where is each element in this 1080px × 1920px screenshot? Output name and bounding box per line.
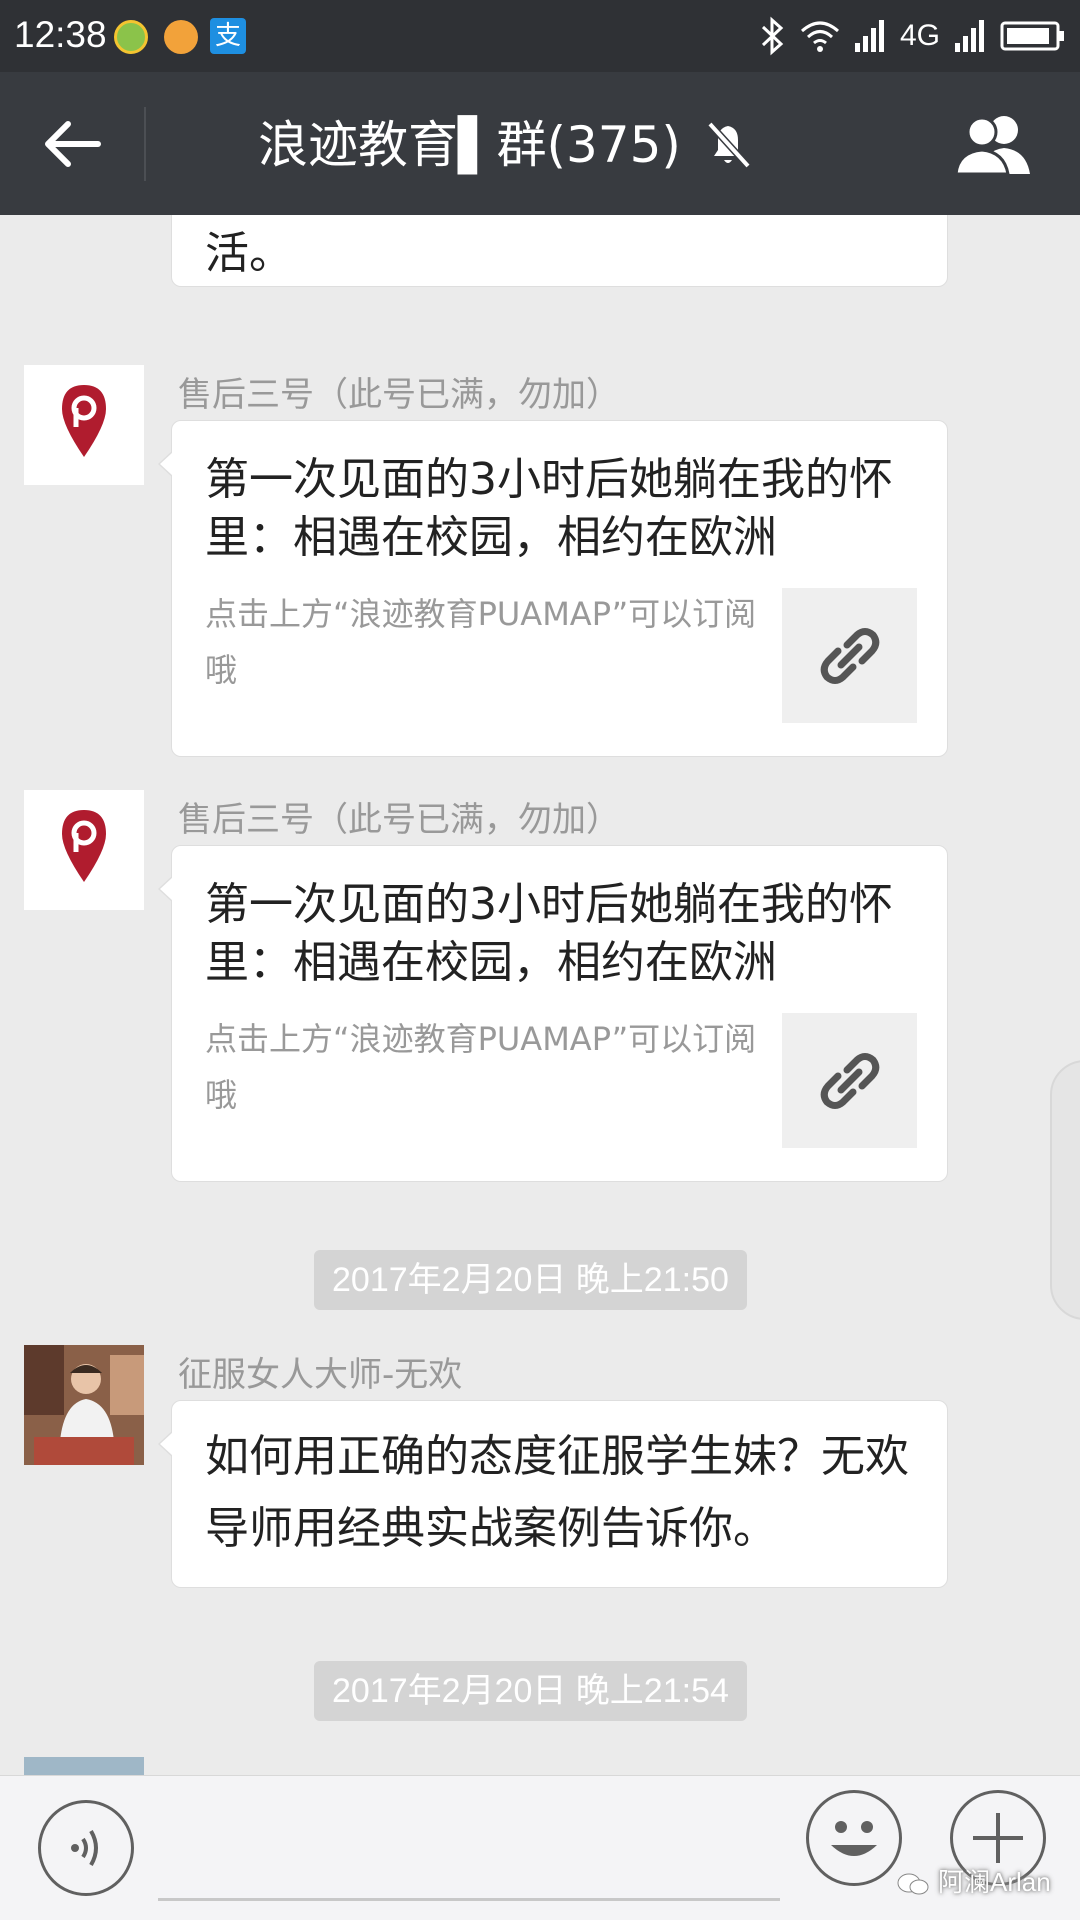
wifi-icon — [800, 21, 839, 52]
voice-icon — [71, 1829, 98, 1867]
link-title: 第一次见面的3小时后她躺在我的怀里：相遇在校园，相约在欧洲 — [205, 454, 893, 563]
link-thumbnail — [782, 588, 917, 723]
group-title: 浪迹教育▌群(375) — [258, 116, 681, 174]
title-divider — [144, 107, 146, 181]
voice-button[interactable] — [38, 1800, 134, 1896]
signal-icon — [955, 20, 984, 52]
link-description: 点击上方“浪迹教育PUAMAP”可以订阅哦 — [205, 595, 757, 689]
message-input[interactable] — [158, 1801, 780, 1901]
link-card[interactable]: 第一次见面的3小时后她躺在我的怀里：相遇在校园，相约在欧洲 点击上方“浪迹教育P… — [158, 845, 948, 1182]
link-card[interactable]: 第一次见面的3小时后她躺在我的怀里：相遇在校园，相约在欧洲 点击上方“浪迹教育P… — [158, 420, 948, 757]
alipay-icon: 支 — [210, 18, 246, 54]
sender-name: 征服女人大师-无欢 — [178, 1355, 463, 1395]
bluetooth-icon — [761, 16, 784, 56]
avatar[interactable] — [24, 790, 144, 910]
link-icon — [820, 1053, 880, 1109]
message-bubble[interactable]: 如何用正确的态度征服学生妹？无欢导师用经典实战案例告诉你。 — [158, 1400, 948, 1588]
bell-muted-icon — [707, 121, 751, 169]
message-text: 如何用正确的态度征服学生妹？无欢导师用经典实战案例告诉你。 — [205, 1431, 909, 1554]
status-bar: 12:38 支 4G — [0, 0, 1080, 72]
message-timestamp: 2017年2月20日 晚上21:50 — [314, 1250, 747, 1310]
wechat-icon — [897, 1873, 929, 1895]
add-icon — [114, 20, 148, 54]
location-pin-icon — [62, 810, 106, 882]
sender-name: 售后三号（此号已满，勿加） — [178, 800, 620, 840]
chat-title-bar: 浪迹教育▌群(375) — [0, 72, 1080, 215]
message-bubble-partial[interactable]: 活。 — [171, 215, 948, 287]
emoji-button[interactable] — [806, 1790, 902, 1886]
user-photo-icon — [24, 1345, 144, 1465]
watermark: 阿澜Arlan — [896, 1862, 1051, 1899]
avatar[interactable] — [24, 1757, 144, 1775]
signal-icon — [854, 20, 884, 52]
status-indicators: 4G — [760, 14, 1066, 58]
battery-icon — [1000, 21, 1064, 51]
sender-name: 售后三号（此号已满，勿加） — [178, 375, 620, 415]
message-text: 活。 — [205, 228, 293, 279]
link-title: 第一次见面的3小时后她躺在我的怀里：相遇在校园，相约在欧洲 — [205, 879, 893, 988]
group-members-icon[interactable] — [950, 112, 1038, 176]
avatar[interactable] — [24, 365, 144, 485]
back-arrow-icon[interactable] — [40, 112, 104, 176]
link-description: 点击上方“浪迹教育PUAMAP”可以订阅哦 — [205, 1020, 757, 1114]
avatar[interactable] — [24, 1345, 144, 1465]
link-thumbnail — [782, 1013, 917, 1148]
status-time: 12:38 — [14, 14, 107, 55]
network-type: 4G — [899, 19, 940, 52]
link-icon — [820, 628, 880, 684]
paint-icon — [164, 20, 198, 54]
chat-message-list[interactable]: 活。 售后三号（此号已满，勿加） 第一次见面的3小时后她躺在我的怀里：相遇在校园… — [0, 215, 1080, 1775]
location-pin-icon — [62, 385, 106, 457]
emoji-icon — [831, 1821, 877, 1856]
watermark-text: 阿澜Arlan — [938, 1867, 1051, 1897]
scroll-handle[interactable] — [1050, 1060, 1080, 1320]
message-timestamp: 2017年2月20日 晚上21:54 — [314, 1661, 747, 1721]
